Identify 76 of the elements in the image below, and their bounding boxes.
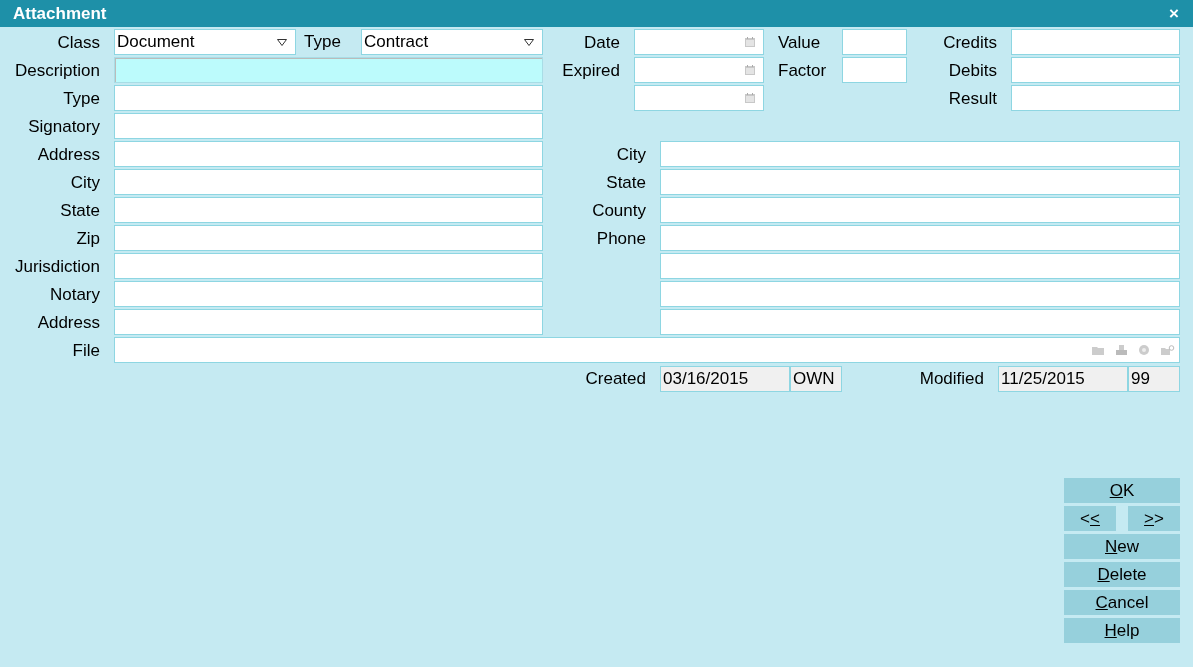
field-label: Type [303,32,342,52]
field-label: Address [37,145,101,164]
input-field[interactable] [842,57,907,83]
caret-icon [277,38,287,46]
calendar-icon[interactable] [745,65,755,75]
input-field[interactable] [114,85,543,111]
field-label: Phone [596,229,647,248]
date-field[interactable] [634,85,764,111]
field-label: Credits [943,33,998,52]
action-button[interactable]: >> [1128,506,1180,531]
read-only-field: 99 [1128,366,1180,392]
field-label: Type [63,89,101,108]
circle-icon[interactable] [1139,345,1149,355]
input-field[interactable] [114,253,543,279]
input-field[interactable] [114,141,543,167]
input-field[interactable] [114,197,543,223]
input-field[interactable] [660,253,1180,279]
field-label: Date [584,33,621,52]
field-label: Result [948,89,998,108]
action-button[interactable]: Help [1064,618,1180,643]
folder-icon[interactable] [1092,345,1104,355]
input-field[interactable] [660,169,1180,195]
input-field[interactable] [660,141,1180,167]
printer-icon[interactable] [1116,345,1127,355]
field-label: File [72,341,101,360]
input-field[interactable] [1011,29,1180,55]
date-field[interactable] [634,57,764,83]
input-field[interactable] [660,197,1180,223]
date-field[interactable] [634,29,764,55]
field-label: State [606,173,647,192]
action-button[interactable]: Cancel [1064,590,1180,615]
field-label: Notary [49,285,101,304]
field-label: City [616,145,647,164]
dropdown[interactable]: Contract [361,29,543,55]
action-button[interactable]: New [1064,534,1180,559]
calendar-icon[interactable] [745,93,755,103]
file-field[interactable] [114,337,1180,363]
field-label: Class [57,33,101,52]
field-label: County [592,201,647,220]
field-label: Address [37,313,101,332]
input-field[interactable] [114,281,543,307]
input-field[interactable] [842,29,907,55]
field-label: Expired [562,61,621,80]
input-field[interactable] [114,169,543,195]
input-field[interactable] [114,309,543,335]
field-label: Value [778,33,821,52]
field-label: Modified [919,369,985,389]
field-label: Signatory [28,117,101,136]
input-field[interactable] [1011,57,1180,83]
read-only-field: 11/25/2015 [998,366,1128,392]
field-label: City [70,173,101,192]
read-only-field: 03/16/2015 [660,366,790,392]
input-field[interactable] [114,225,543,251]
input-field[interactable] [660,309,1180,335]
action-button[interactable]: Delete [1064,562,1180,587]
calendar-icon[interactable] [745,37,755,47]
field-label: Zip [76,229,101,248]
field-label: Description [14,61,101,80]
field-label: Jurisdiction [14,257,101,276]
action-button[interactable]: OK [1064,478,1180,503]
read-only-field: OWN [790,366,842,392]
field-label: State [60,201,101,220]
input-field[interactable] [660,225,1180,251]
action-button[interactable]: << [1064,506,1116,531]
input-field[interactable] [114,57,543,83]
close-button[interactable]: × [1165,3,1183,24]
input-field[interactable] [660,281,1180,307]
input-field[interactable] [1011,85,1180,111]
folder-search-icon[interactable] [1161,345,1175,355]
field-label: Debits [948,61,998,80]
window-title: Attachment [13,3,107,24]
caret-icon [524,38,534,46]
dropdown[interactable]: Document [114,29,296,55]
input-field[interactable] [114,113,543,139]
field-label: Factor [778,61,827,80]
field-label: Created [585,369,647,389]
